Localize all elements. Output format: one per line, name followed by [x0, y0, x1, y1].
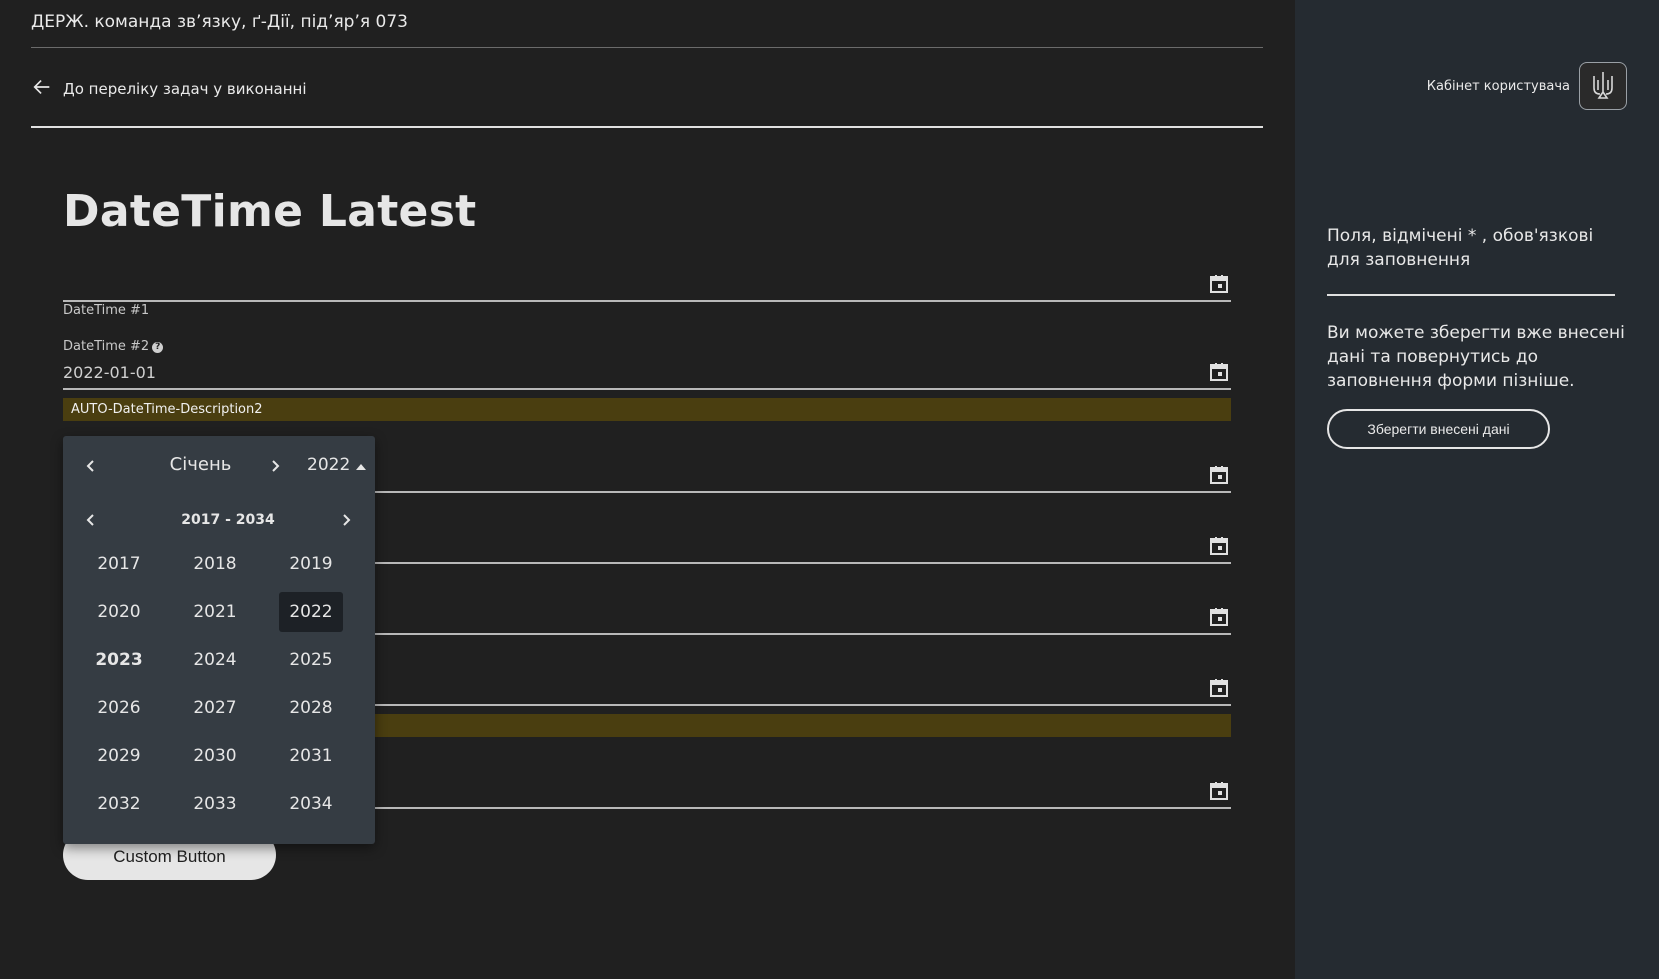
help-icon[interactable]: ?: [152, 342, 164, 353]
trident-icon[interactable]: [1579, 62, 1627, 110]
page-title: DateTime Latest: [63, 186, 477, 237]
calendar-icon[interactable]: [1209, 536, 1229, 556]
datetime-1-input[interactable]: [63, 300, 1231, 302]
year-cell[interactable]: 2029: [87, 736, 151, 776]
year-cell[interactable]: 2024: [183, 640, 247, 680]
picker-year-toggle[interactable]: 2022: [307, 455, 367, 475]
datetime-2-input[interactable]: [63, 388, 1231, 390]
datetime-2-label: DateTime #2?: [63, 339, 164, 354]
year-cell[interactable]: 2018: [183, 544, 247, 584]
year-cell[interactable]: 2020: [87, 592, 151, 632]
year-cell[interactable]: 2021: [183, 592, 247, 632]
calendar-icon[interactable]: [1209, 362, 1229, 382]
year-cell-current[interactable]: 2023: [87, 640, 151, 680]
decade-range: 2017 - 2034: [181, 512, 275, 528]
user-cabinet[interactable]: Кабінет користувача: [1427, 62, 1627, 110]
year-cell-selected[interactable]: 2022: [279, 592, 343, 632]
year-cell[interactable]: 2032: [87, 784, 151, 824]
required-fields-note: Поля, відмічені * , обов'язкові для запо…: [1327, 226, 1594, 270]
save-draft-button[interactable]: Зберегти внесені дані: [1327, 409, 1550, 449]
year-cell[interactable]: 2031: [279, 736, 343, 776]
sidebar-divider: [1327, 294, 1615, 296]
cabinet-label: Кабінет користувача: [1426, 78, 1570, 94]
year-grid: 2017 2018 2019 2020 2021 2022 2023 2024 …: [87, 544, 375, 824]
chevron-right-icon[interactable]: [265, 456, 285, 476]
chevron-left-icon[interactable]: [81, 456, 101, 476]
datetime-1-label: DateTime #1: [63, 303, 150, 318]
back-link[interactable]: До переліку задач у виконанні: [31, 76, 307, 102]
year-cell[interactable]: 2019: [279, 544, 343, 584]
arrow-left-icon: [31, 76, 53, 102]
calendar-icon[interactable]: [1209, 678, 1229, 698]
picker-year: 2022: [307, 455, 351, 475]
year-cell[interactable]: 2028: [279, 688, 343, 728]
year-cell[interactable]: 2027: [183, 688, 247, 728]
year-cell[interactable]: 2033: [183, 784, 247, 824]
year-cell[interactable]: 2017: [87, 544, 151, 584]
year-cell[interactable]: 2034: [279, 784, 343, 824]
year-cell[interactable]: 2030: [183, 736, 247, 776]
calendar-icon[interactable]: [1209, 465, 1229, 485]
datetime-2-label-text: DateTime #2: [63, 339, 150, 354]
save-note: Ви можете зберегти вже внесені дані та п…: [1327, 323, 1625, 391]
datetime-2-description: AUTO-DateTime-Description2: [63, 398, 1231, 421]
header-divider: [31, 126, 1263, 128]
org-name: ДЕРЖ. команда зв’язку, ґ-Дії, під’яр’я 0…: [31, 12, 408, 32]
datetime-2-value[interactable]: 2022-01-01: [63, 363, 156, 382]
top-divider: [31, 47, 1263, 48]
chevron-right-icon[interactable]: [336, 510, 356, 530]
calendar-icon[interactable]: [1209, 781, 1229, 801]
picker-month[interactable]: Січень: [153, 454, 248, 475]
year-cell[interactable]: 2026: [87, 688, 151, 728]
date-picker: Січень 2022 2017 - 2034 2017 2018 2019 2…: [63, 436, 375, 844]
back-link-label: До переліку задач у виконанні: [63, 80, 307, 98]
year-cell[interactable]: 2025: [279, 640, 343, 680]
sidebar: [1295, 0, 1659, 979]
calendar-icon[interactable]: [1209, 274, 1229, 294]
chevron-left-icon[interactable]: [81, 510, 101, 530]
calendar-icon[interactable]: [1209, 607, 1229, 627]
caret-up-icon: [356, 455, 367, 475]
